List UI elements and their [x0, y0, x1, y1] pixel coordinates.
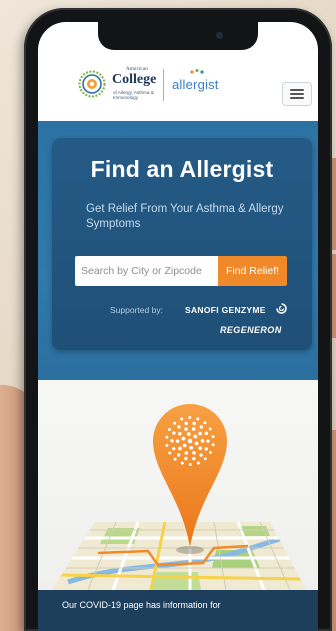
hero-subtitle: Get Relief From Your Asthma & Allergy Sy… [86, 203, 284, 230]
pin-dot [209, 451, 212, 454]
pin-dot [199, 453, 203, 457]
pin-dot [194, 441, 199, 446]
pin-dot [177, 431, 182, 436]
pin-dot [168, 428, 171, 431]
find-relief-button[interactable]: Find Relief! [218, 256, 287, 286]
phone-notch [98, 22, 258, 50]
site-header: American College of Allergy, Asthma & Im… [38, 52, 318, 122]
hamburger-menu-button[interactable] [282, 82, 312, 106]
sponsor-sanofi-genzyme: SANOFI GENZYME [185, 305, 266, 315]
pin-dot [186, 432, 191, 436]
pin-dot [182, 443, 187, 448]
pin-dot [192, 421, 196, 426]
pin-dot [170, 439, 174, 443]
pin-dot [206, 439, 210, 443]
map-pin-illustration [52, 403, 306, 590]
allergist-search-form: Find Relief! [75, 256, 287, 286]
pin-dot [198, 431, 202, 436]
phone-frame: American College of Allergy, Asthma & Im… [24, 8, 332, 631]
pin-dot [184, 451, 189, 455]
pin-dot [177, 425, 181, 429]
pin-dot [188, 463, 192, 466]
covid-banner[interactable]: Our COVID-19 page has information for [38, 590, 318, 631]
pin-dot [196, 417, 200, 421]
pin-dot [184, 456, 188, 461]
pin-dot [198, 446, 203, 451]
pin-dot [192, 456, 196, 461]
pin-dot [188, 416, 192, 419]
sanofi-swirl-icon [276, 303, 287, 314]
pin-dot [200, 439, 205, 443]
college-seal-icon[interactable] [78, 70, 106, 98]
pin-dot [178, 446, 182, 451]
pin-dot [165, 435, 169, 439]
pin-dot [203, 421, 207, 425]
sponsor-regeneron: REGENERON [220, 325, 282, 335]
location-search-input[interactable] [75, 256, 218, 286]
logo-divider [163, 69, 164, 101]
pin-dot [168, 451, 172, 455]
hero-title: Find an Allergist [90, 156, 274, 182]
find-allergist-card: Find an Allergist Get Relief From Your A… [52, 138, 312, 350]
pin-dot [175, 439, 180, 443]
pin-dot [211, 443, 215, 447]
pin-dot [187, 438, 193, 444]
menu-bar [290, 89, 304, 91]
covid-banner-text: Our COVID-19 page has information for [62, 600, 221, 610]
pin-dot [204, 431, 208, 436]
phone-screen: American College of Allergy, Asthma & Im… [38, 22, 318, 631]
allergist-mark-icon [190, 68, 204, 74]
pin-dot [180, 417, 184, 421]
pin-dot [204, 447, 208, 451]
pin-dot [208, 427, 212, 431]
menu-bar [290, 93, 304, 95]
logo-title[interactable]: College [112, 72, 156, 88]
pin-dot [192, 451, 196, 455]
pin-dot [173, 421, 177, 425]
pin-dot [165, 443, 169, 447]
pin-dot [184, 421, 188, 426]
hero-section: Find an Allergist Get Relief From Your A… [38, 121, 318, 380]
menu-bar [290, 97, 304, 99]
logo-subtitle: of Allergy, Asthma & Immunology [113, 90, 154, 101]
pin-dot [181, 436, 186, 441]
sponsor-label: Supported by: [110, 305, 163, 315]
illustration-section [38, 380, 318, 590]
city-map-icon [52, 522, 306, 590]
pin-dot [189, 446, 194, 450]
pin-dot [193, 434, 198, 439]
pin-dot [184, 427, 188, 431]
pin-dot [172, 431, 176, 435]
pin-dot [191, 427, 196, 431]
pin-dot [203, 457, 207, 461]
pin-dot [176, 453, 181, 457]
allergist-logo[interactable]: allergist [172, 77, 219, 92]
pin-dot [180, 461, 184, 465]
pin-dot [211, 435, 215, 439]
pin-dot [196, 461, 200, 465]
pin-dot [173, 457, 177, 461]
pin-dot [172, 446, 176, 451]
camera-icon [216, 32, 223, 39]
pin-dot [199, 425, 204, 429]
